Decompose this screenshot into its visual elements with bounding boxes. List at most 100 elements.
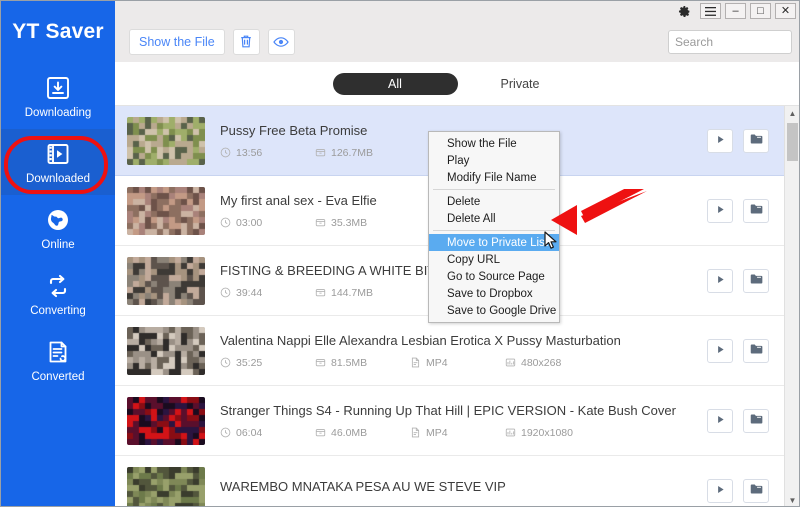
sidebar-item-online[interactable]: Online bbox=[1, 195, 115, 261]
clock-icon bbox=[220, 217, 231, 228]
gear-icon[interactable] bbox=[675, 3, 693, 19]
trash-icon[interactable] bbox=[232, 28, 260, 55]
menu-item-modify-file-name[interactable]: Modify File Name bbox=[429, 169, 559, 186]
video-thumbnail[interactable] bbox=[127, 396, 205, 445]
clock-icon bbox=[220, 147, 231, 158]
open-folder-button[interactable] bbox=[743, 268, 769, 293]
archive-box-icon bbox=[315, 147, 326, 158]
open-folder-button[interactable] bbox=[743, 128, 769, 153]
play-icon bbox=[715, 272, 726, 290]
meta-duration-value: 35:25 bbox=[236, 356, 263, 369]
minimize-button[interactable]: – bbox=[725, 3, 746, 19]
menu-item-delete-all[interactable]: Delete All bbox=[429, 210, 559, 227]
video-meta: 35:25 81.5MB MP4 480x268 bbox=[220, 357, 707, 369]
meta-size-value: 81.5MB bbox=[331, 356, 368, 369]
meta-size: 126.7MB bbox=[315, 147, 410, 159]
play-button[interactable] bbox=[707, 408, 733, 433]
clock-icon bbox=[220, 427, 231, 438]
row-actions bbox=[707, 268, 777, 293]
table-row[interactable]: Stranger Things S4 - Running Up That Hil… bbox=[115, 386, 785, 456]
meta-size-value: 35.3MB bbox=[331, 216, 368, 229]
video-title: Valentina Nappi Elle Alexandra Lesbian E… bbox=[220, 332, 621, 348]
open-folder-button[interactable] bbox=[743, 198, 769, 223]
meta-size: 144.7MB bbox=[315, 287, 410, 299]
table-row[interactable]: WAREMBO MNATAKA PESA AU WE STEVE VIP bbox=[115, 456, 785, 506]
search-input[interactable] bbox=[668, 29, 792, 54]
menu-item-move-to-private-list[interactable]: Move to Private List bbox=[429, 234, 559, 251]
play-button[interactable] bbox=[707, 338, 733, 363]
folder-icon bbox=[750, 412, 763, 430]
close-button[interactable]: ✕ bbox=[775, 3, 796, 19]
menu-item-play[interactable]: Play bbox=[429, 152, 559, 169]
play-icon bbox=[715, 342, 726, 360]
film-play-icon bbox=[44, 140, 72, 168]
archive-box-icon bbox=[315, 287, 326, 298]
meta-size: 81.5MB bbox=[315, 357, 410, 369]
meta-duration-value: 03:00 bbox=[236, 216, 263, 229]
hamburger-icon[interactable] bbox=[700, 3, 721, 19]
play-button[interactable] bbox=[707, 478, 733, 503]
video-thumbnail[interactable] bbox=[127, 186, 205, 235]
play-button[interactable] bbox=[707, 128, 733, 153]
folder-icon bbox=[750, 272, 763, 290]
globe-icon bbox=[44, 206, 72, 234]
context-menu[interactable]: Show the File Play Modify File Name Delete D… bbox=[428, 131, 560, 323]
tab-private[interactable]: Private bbox=[458, 73, 583, 95]
open-folder-button[interactable] bbox=[743, 338, 769, 363]
open-folder-button[interactable] bbox=[743, 408, 769, 433]
scroll-down-arrow[interactable]: ▼ bbox=[785, 493, 799, 506]
play-button[interactable] bbox=[707, 268, 733, 293]
video-thumbnail[interactable] bbox=[127, 466, 205, 506]
sidebar: YT Saver Downloading Downloaded Online Conv… bbox=[1, 1, 115, 506]
row-actions bbox=[707, 408, 777, 433]
meta-resolution-value: 480x268 bbox=[521, 356, 562, 369]
sidebar-item-downloading[interactable]: Downloading bbox=[1, 63, 115, 129]
convert-loop-icon bbox=[44, 272, 72, 300]
menu-item-show-the-file[interactable]: Show the File bbox=[429, 135, 559, 152]
sidebar-item-converting[interactable]: Converting bbox=[1, 261, 115, 327]
title-bar: – □ ✕ bbox=[115, 1, 799, 21]
meta-format-value: MP4 bbox=[426, 356, 448, 369]
row-content: WAREMBO MNATAKA PESA AU WE STEVE VIP bbox=[205, 479, 707, 503]
archive-box-icon bbox=[315, 357, 326, 368]
folder-icon bbox=[750, 482, 763, 500]
sidebar-item-converted[interactable]: Converted bbox=[1, 327, 115, 393]
scrollbar-thumb[interactable] bbox=[787, 123, 798, 161]
video-thumbnail[interactable] bbox=[127, 116, 205, 165]
meta-duration: 13:56 bbox=[220, 147, 315, 159]
scroll-up-arrow[interactable]: ▲ bbox=[785, 106, 799, 121]
menu-item-save-to-google-drive[interactable]: Save to Google Drive bbox=[429, 302, 559, 319]
menu-item-copy-url[interactable]: Copy URL bbox=[429, 251, 559, 268]
open-folder-button[interactable] bbox=[743, 478, 769, 503]
list-scrollbar[interactable]: ▲ ▼ bbox=[784, 106, 799, 506]
maximize-button[interactable]: □ bbox=[750, 3, 771, 19]
download-box-icon bbox=[44, 74, 72, 102]
sidebar-item-downloaded[interactable]: Downloaded bbox=[1, 129, 115, 195]
meta-duration: 03:00 bbox=[220, 217, 315, 229]
menu-item-delete[interactable]: Delete bbox=[429, 193, 559, 210]
meta-duration-value: 06:04 bbox=[236, 426, 263, 439]
meta-format-value: MP4 bbox=[426, 426, 448, 439]
file-icon bbox=[410, 357, 421, 368]
menu-item-save-to-dropbox[interactable]: Save to Dropbox bbox=[429, 285, 559, 302]
meta-duration-value: 13:56 bbox=[236, 146, 263, 159]
archive-box-icon bbox=[315, 217, 326, 228]
table-row[interactable]: Valentina Nappi Elle Alexandra Lesbian E… bbox=[115, 316, 785, 386]
meta-format: MP4 bbox=[410, 427, 505, 439]
video-thumbnail[interactable] bbox=[127, 326, 205, 375]
video-thumbnail[interactable] bbox=[127, 256, 205, 305]
meta-size: 46.0MB bbox=[315, 427, 410, 439]
menu-item-go-to-source-page[interactable]: Go to Source Page bbox=[429, 268, 559, 285]
tab-all[interactable]: All bbox=[332, 72, 458, 95]
video-title: WAREMBO MNATAKA PESA AU WE STEVE VIP bbox=[220, 478, 506, 494]
tab-bar: All Private bbox=[115, 62, 799, 106]
play-icon bbox=[715, 412, 726, 430]
meta-duration: 35:25 bbox=[220, 357, 315, 369]
sidebar-item-label: Downloading bbox=[24, 106, 92, 119]
show-the-file-button[interactable]: Show the File bbox=[129, 28, 225, 55]
eye-icon[interactable] bbox=[267, 28, 295, 55]
play-button[interactable] bbox=[707, 198, 733, 223]
folder-icon bbox=[750, 342, 763, 360]
file-icon bbox=[410, 427, 421, 438]
document-sync-icon bbox=[44, 338, 72, 366]
